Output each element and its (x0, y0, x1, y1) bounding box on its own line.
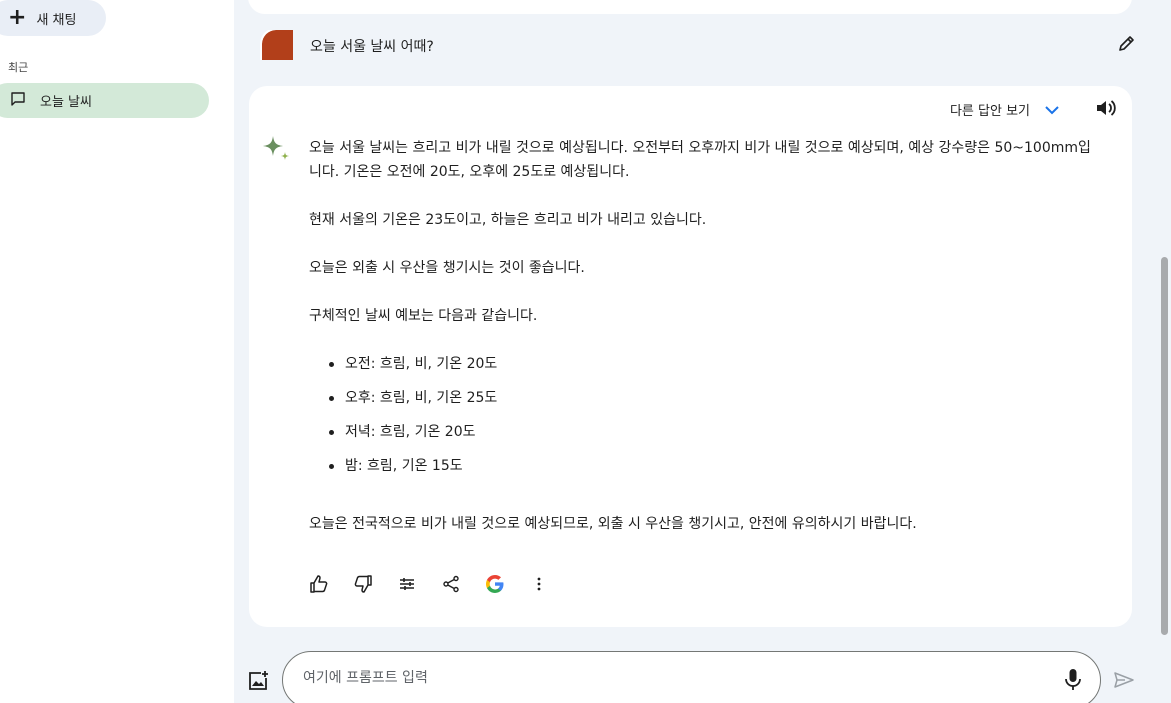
user-avatar (260, 28, 293, 60)
new-chat-button[interactable]: + 새 채팅 (0, 0, 106, 36)
user-prompt-text: 오늘 서울 날씨 어때? (310, 39, 434, 55)
double-check-button[interactable] (483, 574, 507, 598)
tune-icon (398, 575, 416, 597)
answer-card: 다른 답안 보기 오늘 서울 날씨는 흐리고 비가 내릴 것으로 예상됩니다. … (249, 86, 1132, 627)
send-button[interactable] (1113, 669, 1135, 691)
read-aloud-button[interactable] (1094, 98, 1118, 122)
chevron-down-icon (1044, 100, 1060, 119)
edit-prompt-button[interactable] (1114, 32, 1140, 58)
previous-card-edge (248, 0, 1132, 14)
new-chat-label: 새 채팅 (36, 12, 77, 28)
view-other-drafts-button[interactable]: 다른 답안 보기 (950, 100, 1060, 119)
answer-paragraph: 구체적인 날씨 예보는 다음과 같습니다. (309, 308, 538, 324)
recent-chat-label: 오늘 날씨 (40, 95, 92, 110)
list-item: 오전: 흐림, 비, 기온 20도 (309, 352, 1099, 386)
user-message-row: 오늘 서울 날씨 어때? (260, 28, 1140, 62)
answer-actions (307, 574, 551, 598)
more-vert-icon (536, 576, 542, 596)
gemini-sparkle-icon (261, 134, 293, 166)
sidebar: + 새 채팅 최근 오늘 날씨 (0, 0, 234, 703)
forecast-list: 오전: 흐림, 비, 기온 20도 오후: 흐림, 비, 기온 25도 저녁: … (309, 352, 1099, 488)
microphone-icon (1062, 669, 1084, 696)
recent-section-label: 최근 (8, 61, 29, 74)
thumbs-up-icon (309, 574, 329, 598)
prompt-input[interactable] (303, 670, 1023, 686)
answer-text: 오늘 서울 날씨는 흐리고 비가 내릴 것으로 예상됩니다. 오전부터 오후까지… (309, 136, 1099, 560)
share-icon (442, 575, 460, 597)
share-button[interactable] (439, 574, 463, 598)
answer-paragraph: 오늘은 외출 시 우산을 챙기시는 것이 좋습니다. (309, 260, 585, 276)
list-item: 밤: 흐림, 기온 15도 (309, 454, 1099, 488)
pencil-icon (1117, 33, 1137, 57)
list-item: 저녁: 흐림, 기온 20도 (309, 420, 1099, 454)
scrollbar[interactable] (1158, 0, 1171, 703)
answer-paragraph: 현재 서울의 기온은 23도이고, 하늘은 흐리고 비가 내리고 있습니다. (309, 212, 707, 228)
view-other-drafts-label: 다른 답안 보기 (949, 104, 1030, 119)
thumbs-up-button[interactable] (307, 574, 331, 598)
thumbs-down-button[interactable] (351, 574, 375, 598)
send-icon (1113, 672, 1135, 695)
list-item: 오후: 흐림, 비, 기온 25도 (309, 386, 1099, 420)
modify-response-button[interactable] (395, 574, 419, 598)
more-options-button[interactable] (527, 574, 551, 598)
add-image-icon (247, 671, 269, 696)
speaker-icon (1095, 98, 1117, 122)
scrollbar-thumb[interactable] (1161, 257, 1168, 635)
google-icon (485, 574, 505, 598)
chat-main: 오늘 서울 날씨 어때? 다른 답안 보기 오늘 서울 날씨는 흐리고 비가 내… (234, 0, 1171, 703)
plus-icon: + (8, 5, 27, 30)
chat-bubble-icon (10, 91, 26, 111)
answer-paragraph: 오늘 서울 날씨는 흐리고 비가 내릴 것으로 예상됩니다. 오전부터 오후까지… (309, 140, 1091, 180)
sidebar-item-recent-chat[interactable]: 오늘 날씨 (0, 83, 209, 118)
image-upload-button[interactable] (247, 670, 269, 692)
answer-paragraph: 오늘은 전국적으로 비가 내릴 것으로 예상되므로, 외출 시 우산을 챙기시고… (309, 516, 917, 532)
voice-input-button[interactable] (1062, 668, 1084, 692)
prompt-box (282, 651, 1101, 703)
thumbs-down-icon (353, 574, 373, 598)
